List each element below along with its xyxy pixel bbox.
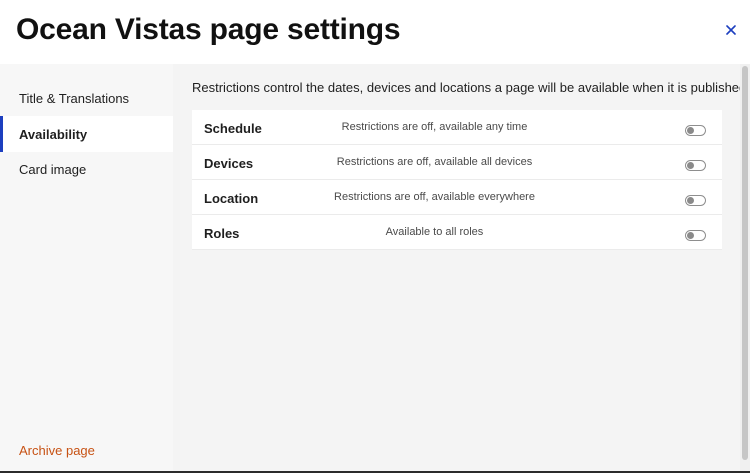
restriction-status: Restrictions are off, available any time <box>341 121 528 133</box>
availability-panel: Restrictions control the dates, devices … <box>173 64 750 473</box>
dialog-header: Ocean Vistas page settings <box>0 0 750 64</box>
close-icon <box>726 25 736 35</box>
devices-toggle[interactable] <box>685 160 706 171</box>
restriction-row-location: Location Restrictions are off, available… <box>192 180 722 215</box>
close-button[interactable] <box>721 20 741 40</box>
restriction-label: Location <box>204 191 259 206</box>
restrictions-list: Schedule Restrictions are off, available… <box>192 110 722 250</box>
archive-page-link[interactable]: Archive page <box>19 443 95 458</box>
restriction-status: Restrictions are off, available all devi… <box>336 156 533 168</box>
toggle-knob <box>687 197 694 204</box>
restriction-row-schedule: Schedule Restrictions are off, available… <box>192 110 722 145</box>
schedule-toggle[interactable] <box>685 125 706 136</box>
location-toggle[interactable] <box>685 195 706 206</box>
scrollbar-thumb[interactable] <box>742 66 748 460</box>
restriction-label: Schedule <box>204 121 262 136</box>
restriction-label: Devices <box>204 156 254 171</box>
availability-description: Restrictions control the dates, devices … <box>192 80 747 95</box>
sidebar-item-title-translations[interactable]: Title & Translations <box>0 80 173 116</box>
restriction-status: Available to all roles <box>385 226 484 238</box>
sidebar-item-availability[interactable]: Availability <box>0 116 173 152</box>
settings-sidebar: Title & Translations Availability Card i… <box>0 64 173 473</box>
restriction-label: Roles <box>204 226 240 241</box>
restriction-row-devices: Devices Restrictions are off, available … <box>192 145 722 180</box>
restriction-status: Restrictions are off, available everywhe… <box>334 191 535 203</box>
sidebar-item-card-image[interactable]: Card image <box>0 151 173 187</box>
content-scrollbar[interactable] <box>740 64 750 473</box>
toggle-knob <box>687 232 694 239</box>
roles-toggle[interactable] <box>685 230 706 241</box>
sidebar-item-label: Card image <box>19 161 87 177</box>
page-settings-dialog: Ocean Vistas page settings Title & Trans… <box>0 0 750 473</box>
toggle-knob <box>687 127 694 134</box>
restriction-row-roles: Roles Available to all roles <box>192 215 722 250</box>
page-title: Ocean Vistas page settings <box>16 13 401 46</box>
toggle-knob <box>687 162 694 169</box>
sidebar-item-label: Title & Translations <box>19 90 130 106</box>
sidebar-item-label: Availability <box>19 126 88 142</box>
